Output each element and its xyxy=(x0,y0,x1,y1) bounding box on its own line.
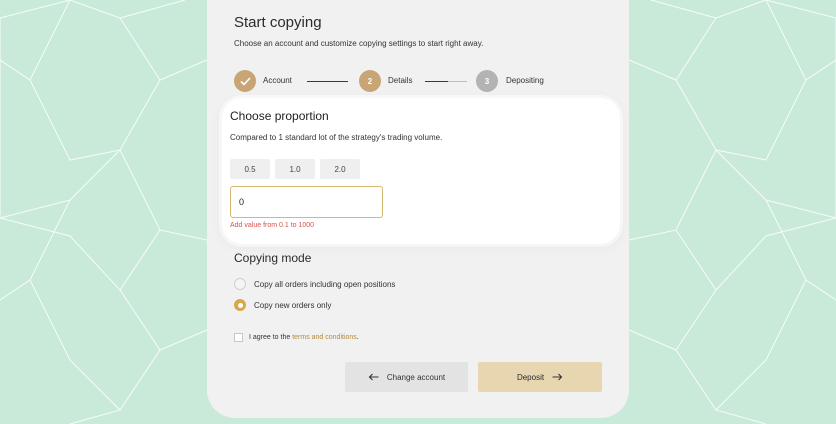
step-label-depositing: Depositing xyxy=(506,76,544,85)
step-details-active: 2 xyxy=(359,70,381,92)
deposit-label: Deposit xyxy=(516,372,545,382)
radio-copy-all-orders[interactable]: Copy all orders including open positions xyxy=(234,277,395,291)
step-number: 2 xyxy=(367,76,373,86)
terms-checkbox[interactable] xyxy=(234,333,243,342)
terms-agreement: I agree to the terms and conditions. xyxy=(234,332,359,343)
proportion-title: Choose proportion xyxy=(230,109,329,123)
proportion-input[interactable] xyxy=(230,186,383,218)
copying-mode-title: Copying mode xyxy=(234,251,312,265)
step-depositing-pending: 3 xyxy=(476,70,498,92)
step-account-done xyxy=(234,70,256,92)
proportion-option-2-0[interactable]: 2.0 xyxy=(320,159,360,179)
step-connector xyxy=(425,81,467,82)
proportion-option-1-0[interactable]: 1.0 xyxy=(275,159,315,179)
arrow-left-icon xyxy=(368,373,379,381)
step-connector xyxy=(307,81,348,82)
checkmark-icon xyxy=(239,76,251,86)
radio-copy-new-orders[interactable]: Copy new orders only xyxy=(234,298,331,312)
step-number: 3 xyxy=(484,76,490,86)
radio-label: Copy all orders including open positions xyxy=(254,279,396,289)
stepper: Account 2 Details 3 Depositing xyxy=(234,70,574,92)
terms-link[interactable]: terms and conditions xyxy=(292,334,357,341)
proportion-description: Compared to 1 standard lot of the strate… xyxy=(230,133,443,142)
change-account-button[interactable]: Change account xyxy=(345,362,468,392)
proportion-option-0-5[interactable]: 0.5 xyxy=(230,159,270,179)
deposit-button[interactable]: Deposit xyxy=(478,362,602,392)
page-subtitle: Choose an account and customize copying … xyxy=(234,39,484,48)
change-account-label: Change account xyxy=(386,372,446,382)
step-label-account: Account xyxy=(263,76,292,85)
step-label-details: Details xyxy=(388,76,413,85)
radio-checked-icon[interactable] xyxy=(234,299,246,311)
terms-text: I agree to the terms and conditions. xyxy=(249,334,359,341)
radio-label: Copy new orders only xyxy=(254,300,332,310)
proportion-error: Add value from 0.1 to 1000 xyxy=(230,222,315,229)
arrow-right-icon xyxy=(552,373,563,381)
radio-unchecked-icon[interactable] xyxy=(234,278,246,290)
page-title: Start copying xyxy=(234,14,322,31)
